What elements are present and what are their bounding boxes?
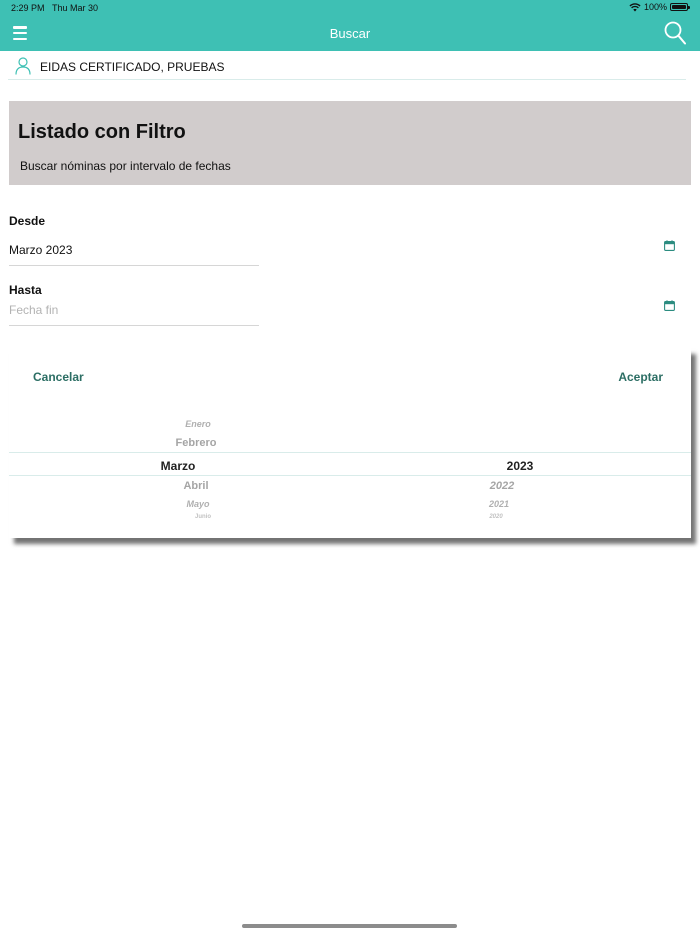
year-option[interactable]: 2020 <box>489 514 502 520</box>
battery-level <box>672 5 686 9</box>
month-option[interactable]: Junio <box>195 514 211 520</box>
selected-month[interactable]: Marzo <box>161 459 196 473</box>
accept-button[interactable]: Aceptar <box>618 370 663 384</box>
search-icon[interactable] <box>664 21 686 45</box>
wifi-icon <box>629 2 641 11</box>
year-option[interactable]: 2021 <box>489 499 509 509</box>
user-icon <box>15 57 31 75</box>
battery-icon <box>670 3 690 11</box>
filter-subtitle: Buscar nóminas por intervalo de fechas <box>20 159 231 173</box>
month-option[interactable]: Enero <box>185 419 211 429</box>
month-option[interactable]: Mayo <box>186 499 209 509</box>
selected-year[interactable]: 2023 <box>507 459 534 473</box>
top-bar: 2:29 PM Thu Mar 30 100% Buscar <box>0 0 700 51</box>
desde-label: Desde <box>9 214 46 228</box>
month-year-picker: Cancelar Aceptar Enero Febrero Marzo Abr… <box>9 348 691 538</box>
desde-underline <box>9 265 259 266</box>
user-bar: EIDAS CERTIFICADO, PRUEBAS <box>8 52 686 80</box>
filter-title: Listado con Filtro <box>18 121 186 143</box>
status-date: Thu Mar 30 <box>52 3 99 13</box>
calendar-icon[interactable] <box>664 300 675 311</box>
filter-header-card: Listado con Filtro Buscar nóminas por in… <box>9 101 691 185</box>
hasta-input[interactable]: Fecha fin <box>9 303 58 317</box>
user-name: EIDAS CERTIFICADO, PRUEBAS <box>40 60 225 74</box>
calendar-icon[interactable] <box>664 240 675 251</box>
page-title: Buscar <box>329 26 371 41</box>
hasta-label: Hasta <box>9 283 42 297</box>
year-option[interactable]: 2022 <box>490 480 514 492</box>
desde-input[interactable]: Marzo 2023 <box>9 243 72 257</box>
battery-percent: 100% <box>643 2 667 12</box>
hasta-underline <box>9 325 259 326</box>
cancel-button[interactable]: Cancelar <box>33 370 84 384</box>
home-indicator[interactable] <box>242 924 457 928</box>
month-option[interactable]: Abril <box>183 480 208 492</box>
status-time: 2:29 PM <box>11 3 45 13</box>
month-option[interactable]: Febrero <box>176 437 217 449</box>
status-indicators: 100% <box>629 2 690 12</box>
selection-band <box>9 452 691 476</box>
